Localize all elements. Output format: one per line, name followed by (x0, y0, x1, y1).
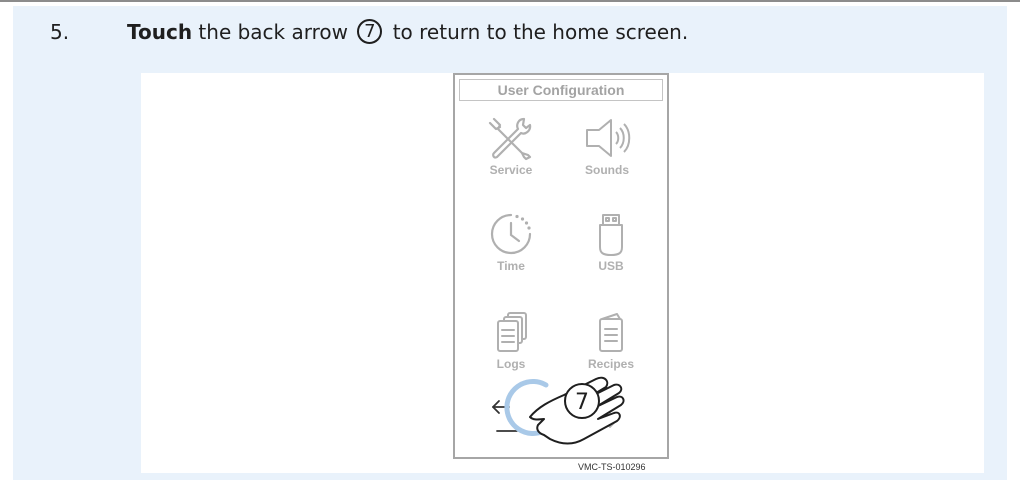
step-panel: 5. Touch the back arrow 7 to return to t… (13, 6, 1007, 480)
figure-callout-number: 7 (575, 390, 589, 415)
tile-service[interactable]: Service (471, 115, 551, 177)
step-action-word: Touch (127, 20, 193, 44)
step-number: 5. (50, 20, 70, 44)
tile-label-usb: USB (598, 259, 624, 273)
recipes-icon (599, 313, 623, 352)
top-divider (0, 0, 1020, 2)
tile-time[interactable]: Time (471, 211, 551, 273)
step-text-before-callout: the back arrow (192, 20, 348, 44)
tile-label-time: Time (497, 259, 525, 273)
tile-usb[interactable]: USB (571, 211, 651, 273)
step-instruction: Touch the back arrow 7 to return to the … (127, 19, 689, 46)
step-callout-number: 7 (357, 19, 383, 44)
step-text-after-callout: to return to the home screen. (386, 20, 689, 44)
speaker-icon (586, 119, 631, 157)
logs-icon (497, 312, 527, 352)
service-icon (488, 117, 532, 161)
tile-label-sounds: Sounds (585, 163, 629, 177)
usb-icon (599, 214, 623, 256)
screen-title: User Configuration (459, 79, 663, 101)
tile-label-service: Service (489, 163, 533, 177)
figure-id: VMC-TS-010296 (578, 462, 646, 472)
clock-icon (490, 213, 532, 255)
tile-sounds[interactable]: Sounds (567, 115, 647, 177)
figure-area: User Configuration Service Sounds Time U… (141, 73, 984, 473)
touch-gesture-illustration: 7 (504, 376, 625, 445)
